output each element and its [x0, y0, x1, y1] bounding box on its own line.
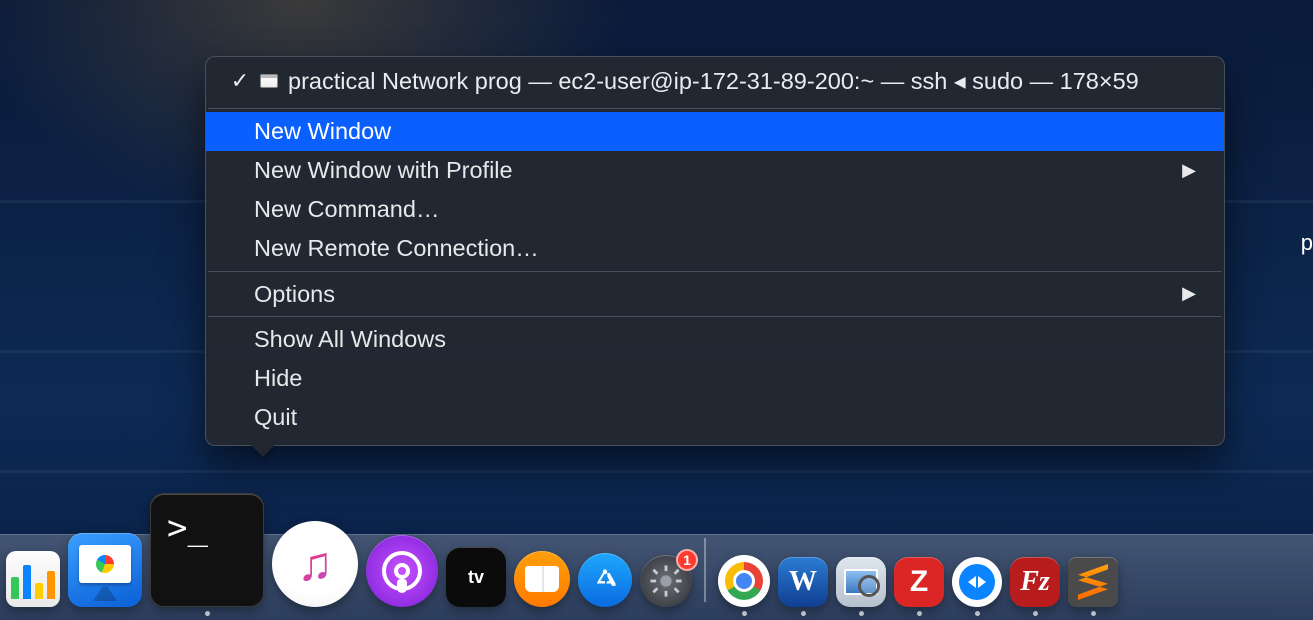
- submenu-arrow-icon: ▶: [1182, 158, 1200, 183]
- context-menu-header[interactable]: ✓ practical Network prog — ec2-user@ip-1…: [206, 63, 1224, 105]
- menu-pointer-icon: [251, 445, 275, 457]
- menu-item-show-all-windows[interactable]: Show All Windows: [206, 320, 1224, 359]
- appletv-icon: tv: [446, 547, 506, 607]
- settings-icon: 1: [640, 555, 692, 607]
- menu-item-quit[interactable]: Quit: [206, 398, 1224, 437]
- zotero-icon: Z: [894, 557, 944, 607]
- chrome-icon: [718, 555, 770, 607]
- word-icon: W: [778, 557, 828, 607]
- menu-item-hide[interactable]: Hide: [206, 359, 1224, 398]
- check-icon: ✓: [230, 70, 250, 92]
- notification-badge: 1: [676, 549, 698, 571]
- dock-app-settings[interactable]: 1: [640, 555, 692, 616]
- terminal-icon: >_: [150, 493, 264, 607]
- preview-icon: [836, 557, 886, 607]
- dock-app-appstore[interactable]: [578, 553, 632, 616]
- menu-item-options[interactable]: Options ▶: [206, 275, 1224, 314]
- appstore-icon: [578, 553, 632, 607]
- menu-item-new-remote-connection[interactable]: New Remote Connection…: [206, 229, 1224, 268]
- dock-app-zotero[interactable]: Z: [894, 557, 944, 616]
- dock: >_ ♫ tv: [0, 490, 1313, 620]
- dock-app-sublime[interactable]: [1068, 557, 1118, 616]
- dock-separator: [704, 538, 706, 602]
- keynote-icon: [68, 533, 142, 607]
- dock-app-terminal[interactable]: >_: [150, 493, 264, 616]
- submenu-arrow-icon: ▶: [1182, 281, 1200, 306]
- gear-icon: [649, 564, 683, 598]
- background-window-text: p: [1301, 230, 1313, 256]
- menu-separator: [208, 108, 1222, 109]
- menu-item-new-window[interactable]: New Window: [206, 112, 1224, 151]
- dock-app-word[interactable]: W: [778, 557, 828, 616]
- sublime-icon: [1068, 557, 1118, 607]
- dock-app-chrome[interactable]: [718, 555, 770, 616]
- context-menu-title: practical Network prog — ec2-user@ip-172…: [288, 67, 1139, 95]
- music-icon: ♫: [272, 521, 358, 607]
- dock-app-music[interactable]: ♫: [272, 521, 358, 616]
- dock-app-appletv[interactable]: tv: [446, 547, 506, 616]
- menu-separator: [208, 271, 1222, 272]
- books-icon: [514, 551, 570, 607]
- dock-app-preview[interactable]: [836, 557, 886, 616]
- terminal-window-icon: [260, 74, 278, 88]
- menu-item-new-command[interactable]: New Command…: [206, 190, 1224, 229]
- dock-app-numbers[interactable]: [6, 551, 60, 616]
- dock-app-keynote[interactable]: [68, 533, 142, 616]
- dock-app-teamviewer[interactable]: [952, 557, 1002, 616]
- appstore-glyph-icon: [591, 566, 619, 594]
- podcasts-icon: [366, 535, 438, 607]
- menu-separator: [208, 316, 1222, 317]
- dock-app-books[interactable]: [514, 551, 570, 616]
- filezilla-icon: Fz: [1010, 557, 1060, 607]
- menu-item-new-window-profile[interactable]: New Window with Profile ▶: [206, 151, 1224, 190]
- dock-app-podcasts[interactable]: [366, 535, 438, 616]
- teamviewer-icon: [952, 557, 1002, 607]
- numbers-icon: [6, 551, 60, 607]
- dock-context-menu: ✓ practical Network prog — ec2-user@ip-1…: [205, 56, 1225, 446]
- dock-app-filezilla[interactable]: Fz: [1010, 557, 1060, 616]
